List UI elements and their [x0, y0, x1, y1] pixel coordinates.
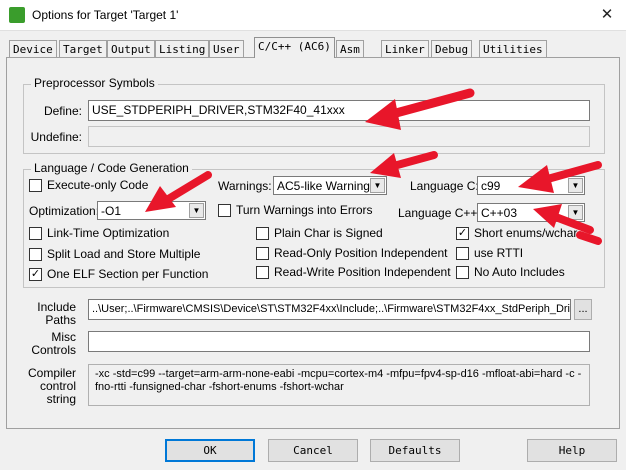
tab-debug[interactable]: Debug	[431, 40, 473, 57]
tab-device[interactable]: Device	[9, 40, 57, 57]
split-ls-label: Split Load and Store Multiple	[47, 247, 201, 261]
warnings-label: Warnings:	[218, 179, 272, 193]
undefine-label: Undefine:	[30, 130, 82, 144]
compiler-control-string: -xc -std=c99 --target=arm-arm-none-eabi …	[88, 364, 590, 406]
tab-c-cpp-ac6[interactable]: C/C++ (AC6)	[254, 37, 335, 58]
window-title: Options for Target 'Target 1'	[32, 8, 179, 22]
uvision-icon	[9, 7, 25, 23]
use-rtti-label: use RTTI	[474, 246, 524, 260]
chevron-down-icon[interactable]: ▼	[568, 178, 583, 193]
include-label-line1: Include	[37, 300, 76, 314]
language-c-value: c99	[481, 179, 501, 193]
optimization-select[interactable]: -O1 ▼	[97, 201, 206, 220]
define-label: Define:	[43, 104, 82, 118]
tab-target[interactable]: Target	[59, 40, 107, 57]
plain-char-box[interactable]	[256, 227, 269, 240]
language-cpp-value: C++03	[481, 206, 518, 220]
help-button[interactable]: Help	[527, 439, 617, 462]
short-enums-label: Short enums/wchar	[474, 226, 578, 240]
language-c-label: Language C:	[410, 179, 479, 193]
chevron-down-icon[interactable]: ▼	[370, 178, 385, 193]
undefine-input[interactable]	[88, 126, 590, 147]
cancel-button[interactable]: Cancel	[268, 439, 358, 462]
chevron-down-icon[interactable]: ▼	[568, 205, 583, 220]
ok-button[interactable]: OK	[165, 439, 255, 462]
language-cpp-label: Language C++:	[398, 206, 481, 220]
compiler-label-line1: Compiler	[27, 366, 76, 380]
lto-box[interactable]	[29, 227, 42, 240]
misc-controls-input[interactable]	[88, 331, 590, 352]
ro-pi-label: Read-Only Position Independent	[274, 246, 448, 260]
language-c-select[interactable]: c99 ▼	[477, 176, 585, 195]
turn-warnings-label: Turn Warnings into Errors	[236, 203, 373, 217]
execute-only-label: Execute-only Code	[47, 178, 149, 192]
browse-button[interactable]: ...	[574, 299, 592, 320]
one-elf-label: One ELF Section per Function	[47, 267, 209, 281]
warnings-select[interactable]: AC5-like Warnings ▼	[273, 176, 387, 195]
warnings-value: AC5-like Warnings	[277, 179, 376, 193]
use-rtti-box[interactable]	[456, 247, 469, 260]
optimization-value: -O1	[101, 204, 122, 218]
tab-output[interactable]: Output	[107, 40, 155, 57]
optimization-label: Optimization:	[29, 204, 100, 218]
preprocessor-group-title: Preprocessor Symbols	[31, 76, 158, 90]
compiler-label-line3: string	[46, 392, 76, 406]
rw-pi-label: Read-Write Position Independent	[274, 265, 451, 279]
tab-asm[interactable]: Asm	[336, 40, 364, 57]
language-group-title: Language / Code Generation	[31, 161, 192, 175]
plain-char-label: Plain Char is Signed	[274, 226, 383, 240]
execute-only-box[interactable]	[29, 179, 42, 192]
close-icon[interactable]: ✕	[594, 4, 620, 26]
tab-linker[interactable]: Linker	[381, 40, 429, 57]
turn-warnings-box[interactable]	[218, 204, 231, 217]
tab-user[interactable]: User	[209, 40, 244, 57]
define-input[interactable]: USE_STDPERIPH_DRIVER,STM32F40_41xxx	[88, 100, 590, 121]
language-cpp-select[interactable]: C++03 ▼	[477, 203, 585, 222]
misc-label-line2: Controls	[31, 343, 76, 357]
defaults-button[interactable]: Defaults	[370, 439, 460, 462]
no-auto-label: No Auto Includes	[474, 265, 565, 279]
misc-label-line1: Misc	[51, 330, 76, 344]
tab-listing[interactable]: Listing	[155, 40, 210, 57]
tab-utilities[interactable]: Utilities	[479, 40, 547, 57]
chevron-down-icon[interactable]: ▼	[189, 203, 204, 218]
include-paths-input[interactable]: ..\User;..\Firmware\CMSIS\Device\ST\STM3…	[88, 299, 571, 320]
lto-label: Link-Time Optimization	[47, 226, 170, 240]
rw-pi-box[interactable]	[256, 266, 269, 279]
title-bar: Options for Target 'Target 1' ✕	[0, 0, 626, 31]
compiler-label-line2: control	[39, 379, 76, 393]
check-icon[interactable]: ✓	[456, 227, 469, 240]
check-icon[interactable]: ✓	[29, 268, 42, 281]
include-label-line2: Paths	[45, 313, 76, 327]
split-ls-box[interactable]	[29, 248, 42, 261]
ro-pi-box[interactable]	[256, 247, 269, 260]
no-auto-box[interactable]	[456, 266, 469, 279]
